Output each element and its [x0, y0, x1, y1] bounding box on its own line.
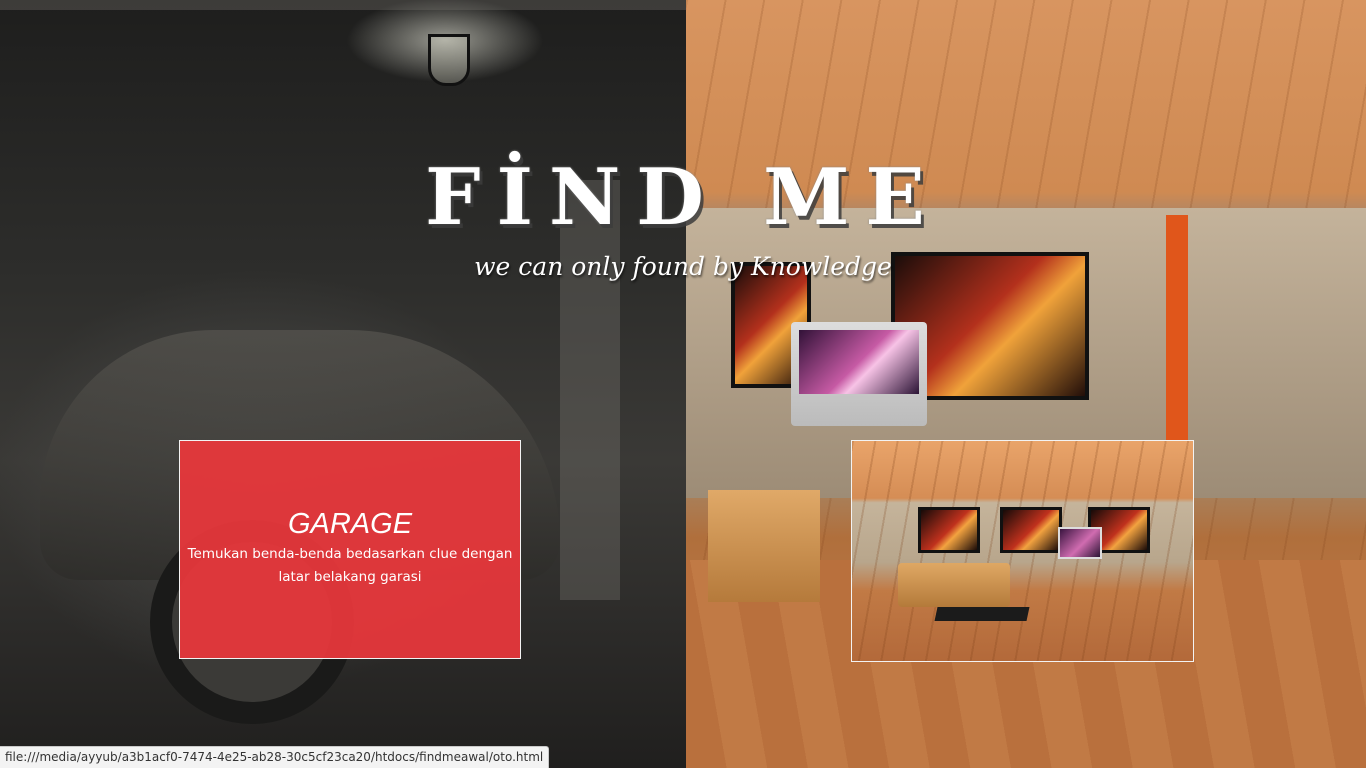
- computer-monitor-image: [791, 322, 927, 426]
- page-title: FİND ME: [425, 152, 941, 243]
- garage-card-title: GARAGE: [287, 508, 413, 540]
- page-tagline: we can only found by Knowledge: [474, 252, 892, 281]
- page: FİND ME we can only found by Knowledge G…: [0, 0, 1366, 768]
- room-thumbnail-monitor: [1058, 527, 1102, 559]
- ceiling-lamp-image: [428, 34, 470, 86]
- room-thumbnail-sofa: [898, 563, 1010, 607]
- room-level-card[interactable]: [851, 440, 1194, 662]
- garage-level-card[interactable]: GARAGE Temukan benda-benda bedasarkan cl…: [179, 440, 521, 659]
- status-bar-url: file:///media/ayyub/a3b1acf0-7474-4e25-a…: [0, 746, 550, 768]
- garage-card-description: Temukan benda-benda bedasarkan clue deng…: [187, 546, 513, 585]
